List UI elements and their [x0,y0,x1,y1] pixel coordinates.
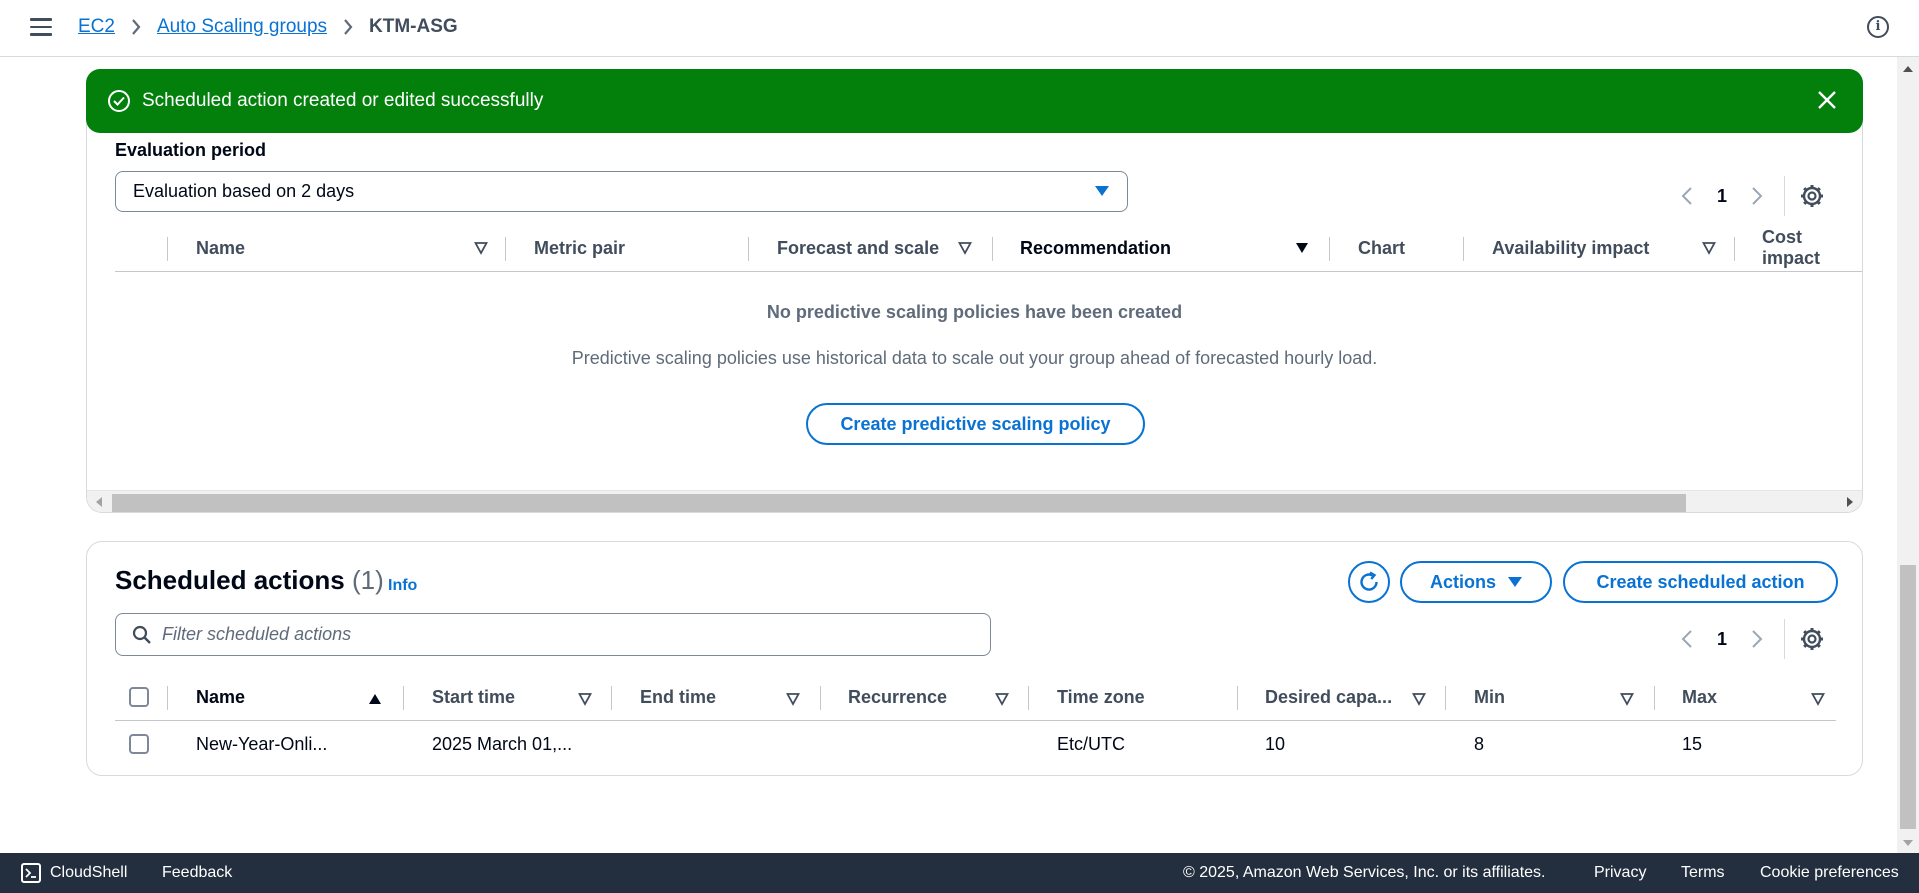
check-circle-icon [108,90,130,112]
caret-down-icon [1508,577,1522,587]
predictive-pagination: 1 [1672,176,1825,216]
vertical-scrollbar[interactable] [1897,57,1919,853]
column-metric-pair[interactable]: Metric pair [534,224,625,272]
cloudshell-icon[interactable] [21,863,41,883]
cell-start-time: 2025 March 01,... [432,734,573,754]
terms-link[interactable]: Terms [1681,864,1725,882]
flash-message: Scheduled action created or edited succe… [142,90,544,111]
column-cost-impact[interactable]: Cost impact [1762,224,1862,272]
gear-icon[interactable] [1799,626,1825,652]
column-chart[interactable]: Chart [1358,224,1405,272]
row-checkbox[interactable] [129,734,149,754]
caret-down-icon [1095,186,1109,196]
divider [1784,176,1785,216]
next-page-icon[interactable] [1742,624,1772,654]
filter-scheduled-actions-input[interactable] [162,624,942,645]
column-forecast-and-scale[interactable]: Forecast and scale [777,224,939,272]
divider [1784,619,1785,659]
breadcrumb-current: KTM-ASG [369,16,458,37]
scheduled-table-header: Name Start time End time Recurrence Time… [115,673,1836,721]
gear-icon[interactable] [1799,183,1825,209]
column-max[interactable]: Max [1682,673,1717,721]
refresh-icon [1360,571,1378,591]
scrollbar-thumb[interactable] [1900,565,1916,829]
scheduled-actions-title: Scheduled actions (1) [115,565,384,595]
refresh-button[interactable] [1348,561,1390,603]
page-number[interactable]: 1 [1702,186,1742,207]
scheduled-actions-count: (1) [351,565,384,595]
empty-state-description: Predictive scaling policies use historic… [571,348,1378,368]
next-page-icon[interactable] [1742,181,1772,211]
scrollbar-thumb[interactable] [112,494,1686,512]
scroll-down-icon[interactable] [1903,840,1913,846]
column-recurrence[interactable]: Recurrence [848,673,947,721]
actions-button[interactable]: Actions [1400,561,1552,603]
privacy-link[interactable]: Privacy [1594,864,1646,882]
column-name[interactable]: Name [196,224,245,272]
scheduled-pagination: 1 [1672,619,1825,659]
info-link[interactable]: Info [388,577,417,595]
cloudshell-link[interactable]: CloudShell [50,864,127,882]
horizontal-scrollbar[interactable] [87,490,1862,512]
column-name[interactable]: Name [196,673,245,721]
cookie-preferences-link[interactable]: Cookie preferences [1760,864,1899,882]
cell-max: 15 [1682,734,1703,754]
column-time-zone[interactable]: Time zone [1057,673,1145,721]
column-availability-impact[interactable]: Availability impact [1492,224,1649,272]
breadcrumb: EC2 Auto Scaling groups KTM-ASG [78,16,458,38]
column-start-time[interactable]: Start time [432,673,515,721]
select-all-checkbox[interactable] [129,687,149,707]
breadcrumb-auto-scaling-groups[interactable]: Auto Scaling groups [157,16,327,38]
success-flash: Scheduled action created or edited succe… [86,69,1863,133]
copyright-text: © 2025, Amazon Web Services, Inc. or its… [1183,864,1546,881]
column-end-time[interactable]: End time [640,673,716,721]
evaluation-period-value: Evaluation based on 2 days [133,181,355,201]
predictive-scaling-panel: Evaluation period Evaluation based on 2 … [86,100,1863,513]
menu-icon[interactable] [30,18,52,36]
feedback-link[interactable]: Feedback [162,864,232,882]
create-predictive-scaling-policy-button[interactable]: Create predictive scaling policy [806,403,1145,445]
top-bar: EC2 Auto Scaling groups KTM-ASG i [0,0,1919,57]
filter-box [115,613,991,656]
previous-page-icon[interactable] [1672,624,1702,654]
cell-time-zone: Etc/UTC [1057,734,1126,754]
column-min[interactable]: Min [1474,673,1505,721]
previous-page-icon[interactable] [1672,181,1702,211]
empty-state-title: No predictive scaling policies have been… [766,302,1183,322]
breadcrumb-ec2[interactable]: EC2 [78,16,115,38]
close-icon[interactable] [1815,88,1839,112]
scroll-right-icon[interactable] [1847,497,1853,507]
predictive-table-header: Name Metric pair Forecast and scale Reco… [115,224,1862,272]
evaluation-period-select[interactable]: Evaluation based on 2 days [115,171,1128,212]
evaluation-period-label: Evaluation period [115,140,267,160]
page-number[interactable]: 1 [1702,629,1742,650]
scroll-left-icon[interactable] [96,497,102,507]
chevron-right-icon [131,19,141,35]
cell-desired-capacity: 10 [1265,734,1286,754]
column-recommendation[interactable]: Recommendation [1020,224,1171,272]
scroll-up-icon[interactable] [1903,66,1913,72]
footer: CloudShell Feedback © 2025, Amazon Web S… [0,853,1919,893]
create-scheduled-action-button[interactable]: Create scheduled action [1563,561,1838,603]
column-desired-capacity[interactable]: Desired capa... [1265,673,1392,721]
info-icon[interactable]: i [1867,16,1889,38]
cell-name: New-Year-Onli... [196,734,328,754]
cell-min: 8 [1474,734,1485,754]
search-icon [132,625,151,644]
chevron-right-icon [343,19,353,35]
scheduled-actions-panel: Scheduled actions (1) Info Actions Creat… [86,541,1863,776]
